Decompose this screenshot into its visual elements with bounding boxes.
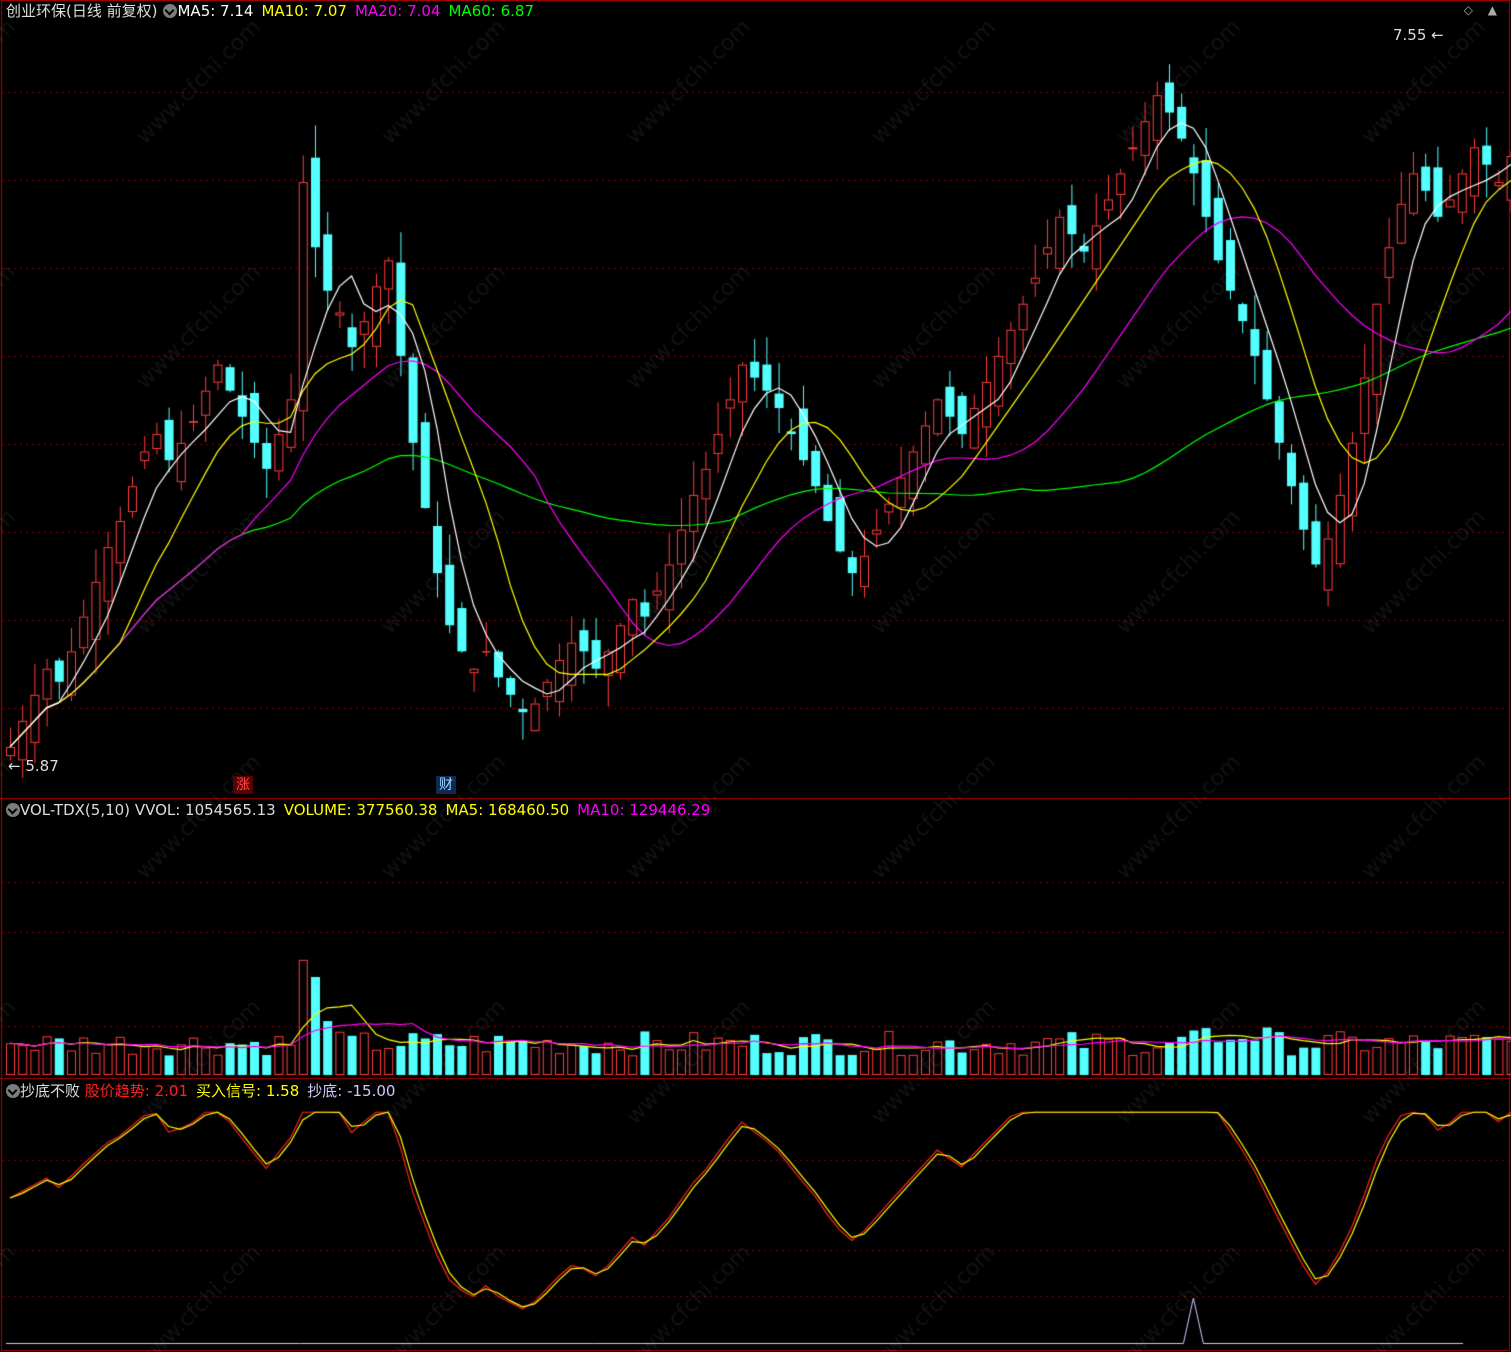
diamond-icon[interactable]: ◇	[1464, 3, 1473, 17]
chart-canvas[interactable]	[0, 0, 1511, 1352]
scroll-up-icon[interactable]: ▲	[1488, 3, 1497, 17]
ma-value-2: MA20: 7.04	[354, 2, 441, 20]
volume-value-0: VVOL: 1054565.13	[134, 801, 276, 819]
ma-value-0: MA5: 7.14	[177, 2, 254, 20]
indicator-value-0: 股价趋势: 2.01	[84, 1082, 189, 1100]
high-price-label: 7.55 ←	[1393, 26, 1444, 44]
indicator-name[interactable]: 抄底不败	[20, 1082, 80, 1100]
ma-list: MA5: 7.14 MA10: 7.07 MA20: 7.04 MA60: 6.87	[177, 2, 542, 20]
indicator-values: 股价趋势: 2.01 买入信号: 1.58 抄底: -15.00	[85, 1082, 404, 1100]
volume-indicator-name[interactable]: VOL-TDX(5,10)	[20, 801, 130, 819]
indicator-legend: 抄底不败 股价趋势: 2.01 买入信号: 1.58 抄底: -15.00	[0, 1080, 403, 1102]
volume-value-1: VOLUME: 377560.38	[283, 801, 438, 819]
main-dropdown-icon[interactable]	[163, 4, 178, 18]
ma-value-1: MA10: 7.07	[261, 2, 347, 20]
low-price-label: ← 5.87	[8, 757, 59, 775]
ma-value-3: MA60: 6.87	[448, 2, 534, 20]
stock-title[interactable]: 创业环保(日线 前复权)	[6, 2, 157, 20]
volume-values: VVOL: 1054565.13 VOLUME: 377560.38 MA5: 16…	[135, 801, 719, 819]
volume-value-3: MA10: 129446.29	[577, 801, 711, 819]
volume-value-2: MA5: 168460.50	[445, 801, 570, 819]
indicator-value-1: 买入信号: 1.58	[196, 1082, 300, 1100]
volume-legend: VOL-TDX(5,10) VVOL: 1054565.13 VOLUME: 37…	[0, 799, 718, 821]
limit-up-tag[interactable]: 涨	[233, 776, 253, 794]
indicator-dropdown-icon[interactable]	[6, 1084, 20, 1098]
finance-tag[interactable]: 财	[436, 776, 456, 794]
volume-dropdown-icon[interactable]	[6, 803, 20, 817]
indicator-value-2: 抄底: -15.00	[307, 1082, 396, 1100]
main-legend: 创业环保(日线 前复权) MA5: 7.14 MA10: 7.07 MA20: 7.0…	[0, 0, 542, 22]
